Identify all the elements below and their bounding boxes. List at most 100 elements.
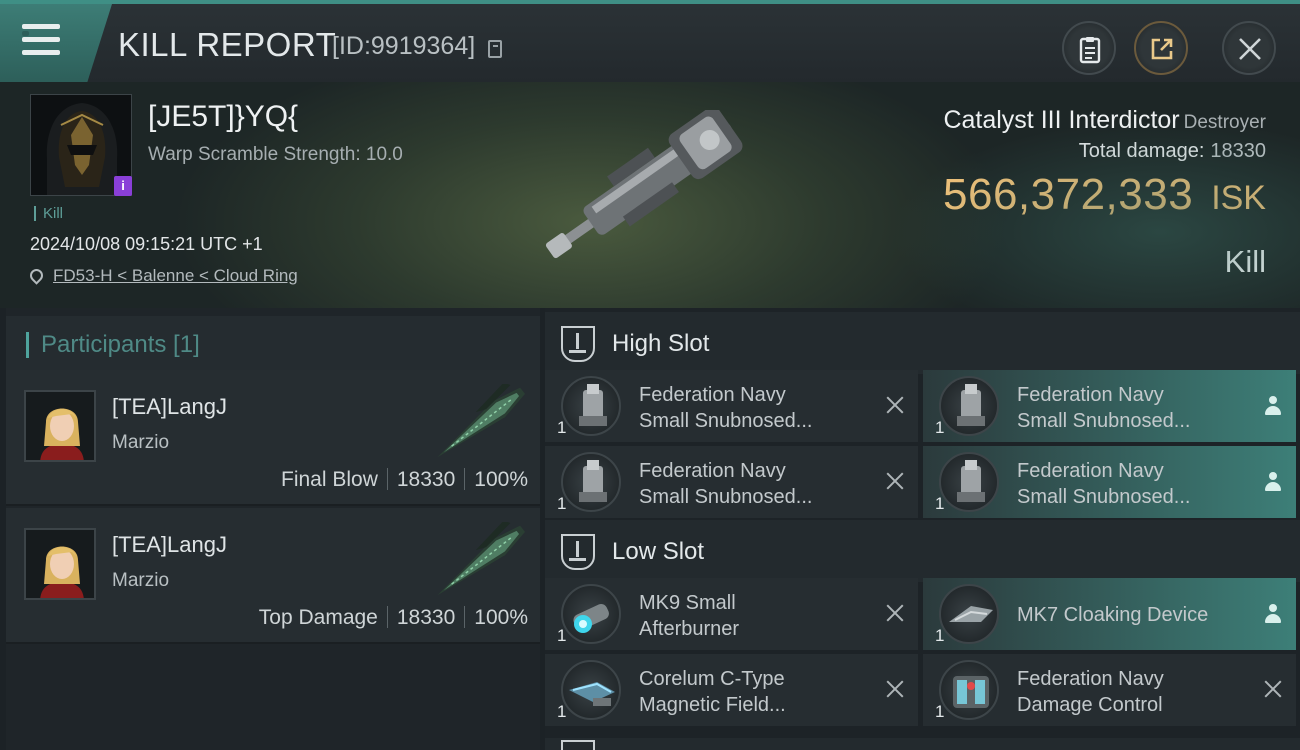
participant-row[interactable]: [TEA]LangJ Marzio Final Blow 18330 100% xyxy=(6,370,540,506)
participant-corp: Marzio xyxy=(112,570,170,591)
dropped-person-icon xyxy=(1264,604,1282,624)
high-slot-title: High Slot xyxy=(612,330,710,357)
high-slot-icon xyxy=(561,326,595,362)
module-quantity: 1 xyxy=(557,494,567,513)
hamburger-menu-icon[interactable] xyxy=(22,22,64,58)
kill-tag: Kill xyxy=(34,206,63,221)
module-name: Federation Navy Damage Control xyxy=(1017,668,1164,716)
blonde-pilot-portrait xyxy=(26,392,94,460)
blaster-turret-icon xyxy=(939,376,999,436)
warp-scramble-strength: Warp Scramble Strength: 10.0 xyxy=(148,144,403,165)
participant-damage: 18330 xyxy=(396,468,456,491)
location-pin-icon xyxy=(27,266,46,285)
fitting-panel: High Slot 1 Federation Navy Small Snubnos… xyxy=(545,308,1300,750)
high-slot-header: High Slot xyxy=(545,312,1300,374)
blonde-pilot-portrait xyxy=(26,530,94,598)
participants-header: Participants [1] xyxy=(6,316,540,372)
module-name: Federation Navy Small Snubnosed... xyxy=(1017,384,1191,432)
kill-status: Kill xyxy=(1224,244,1266,279)
participant-stats: Final Blow 18330 100% xyxy=(281,468,528,492)
participant-damage: 18330 xyxy=(396,606,456,629)
total-damage: Total damage: 18330 xyxy=(1078,140,1266,162)
copy-icon[interactable] xyxy=(488,40,502,58)
page-title: KILL REPORT xyxy=(118,26,337,63)
module-name: Federation Navy Small Snubnosed... xyxy=(1017,460,1191,508)
participant-avatar[interactable] xyxy=(24,390,96,462)
module-name: MK7 Cloaking Device xyxy=(1017,604,1209,626)
participant-percent: 100% xyxy=(474,606,528,629)
isk-value: 566,372,333 xyxy=(943,170,1194,219)
participant-avatar[interactable] xyxy=(24,528,96,600)
module-name: Corelum C-Type Magnetic Field... xyxy=(639,668,786,716)
destroyed-x-icon xyxy=(884,678,906,700)
module-quantity: 1 xyxy=(935,702,945,721)
close-button[interactable] xyxy=(1222,21,1276,75)
ship-render xyxy=(545,110,743,259)
module-item[interactable]: 1 Federation Navy Small Snubnosed... xyxy=(545,370,918,442)
kill-summary-panel: i [JE5T]}YQ{ Warp Scramble Strength: 10.… xyxy=(0,82,1300,308)
isk-value-row: 566,372,333 ISK xyxy=(943,170,1266,220)
module-item[interactable]: 1 Federation Navy Small Snubnosed... xyxy=(923,370,1296,442)
blaster-turret-icon xyxy=(939,452,999,512)
destroyed-x-icon xyxy=(884,602,906,624)
participant-row[interactable]: [TEA]LangJ Marzio Top Damage 18330 100% xyxy=(6,508,540,644)
clipboard-icon xyxy=(1079,37,1101,64)
participant-name[interactable]: [TEA]LangJ xyxy=(112,394,227,420)
participant-role: Top Damage xyxy=(258,606,378,629)
module-item[interactable]: 1 Corelum C-Type Magnetic Field... xyxy=(545,654,918,726)
close-icon xyxy=(1239,38,1261,60)
low-slot-header: Low Slot xyxy=(545,520,1300,582)
blaster-turret-icon xyxy=(561,452,621,512)
share-icon xyxy=(1151,38,1173,60)
victim-name[interactable]: [JE5T]}YQ{ xyxy=(148,100,298,134)
damage-control-icon xyxy=(939,660,999,720)
module-name: Federation Navy Small Snubnosed... xyxy=(639,460,813,508)
info-badge: i xyxy=(114,176,132,196)
dropped-person-icon xyxy=(1264,396,1282,416)
module-quantity: 1 xyxy=(557,626,567,645)
participant-ship-icon xyxy=(437,384,526,458)
participant-percent: 100% xyxy=(474,468,528,491)
isk-unit: ISK xyxy=(1211,179,1266,217)
participants-panel: Participants [1] [TEA]LangJ Marzio Final… xyxy=(6,308,540,750)
blaster-turret-icon xyxy=(561,376,621,436)
cloaking-device-icon xyxy=(939,584,999,644)
module-quantity: 1 xyxy=(935,418,945,437)
destroyed-x-icon xyxy=(884,394,906,416)
module-item[interactable]: 1 Federation Navy Damage Control xyxy=(923,654,1296,726)
module-name: Federation Navy Small Snubnosed... xyxy=(639,384,813,432)
module-item[interactable]: 1 Federation Navy Small Snubnosed... xyxy=(923,446,1296,518)
afterburner-icon xyxy=(561,584,621,644)
participant-ship-icon xyxy=(437,522,526,596)
module-quantity: 1 xyxy=(557,702,567,721)
participants-title: Participants [1] xyxy=(26,332,200,358)
participant-stats: Top Damage 18330 100% xyxy=(259,606,528,630)
module-quantity: 1 xyxy=(935,494,945,513)
module-item[interactable]: 1 MK7 Cloaking Device xyxy=(923,578,1296,650)
module-quantity: 1 xyxy=(935,626,945,645)
share-button[interactable] xyxy=(1134,21,1188,75)
location-link[interactable]: FD53-H < Balenne < Cloud Ring xyxy=(53,266,298,285)
ship-class: Destroyer xyxy=(1183,112,1266,133)
participant-name[interactable]: [TEA]LangJ xyxy=(112,532,227,558)
destroyed-x-icon xyxy=(1262,678,1284,700)
report-id: [ID:9919364] xyxy=(332,32,476,60)
ship-name[interactable]: Catalyst III Interdictor Destroyer xyxy=(943,106,1266,135)
destroyed-x-icon xyxy=(884,470,906,492)
participant-corp: Marzio xyxy=(112,432,170,453)
kill-datetime: 2024/10/08 09:15:21 UTC +1 xyxy=(30,234,263,254)
clipboard-button[interactable] xyxy=(1062,21,1116,75)
total-damage-value: 18330 xyxy=(1210,140,1266,162)
dropped-person-icon xyxy=(1264,472,1282,492)
low-slot-icon xyxy=(561,534,595,570)
top-bar: KILL REPORT [ID:9919364] xyxy=(0,0,1300,82)
participant-role: Final Blow xyxy=(281,468,378,491)
module-item[interactable]: 1 MK9 Small Afterburner xyxy=(545,578,918,650)
module-name: MK9 Small Afterburner xyxy=(639,592,740,640)
low-slot-title: Low Slot xyxy=(612,538,705,565)
next-slot-header-partial xyxy=(545,738,1300,750)
kill-location: FD53-H < Balenne < Cloud Ring xyxy=(27,266,298,286)
magnetic-field-stabilizer-icon xyxy=(561,660,621,720)
module-item[interactable]: 1 Federation Navy Small Snubnosed... xyxy=(545,446,918,518)
module-quantity: 1 xyxy=(557,418,567,437)
